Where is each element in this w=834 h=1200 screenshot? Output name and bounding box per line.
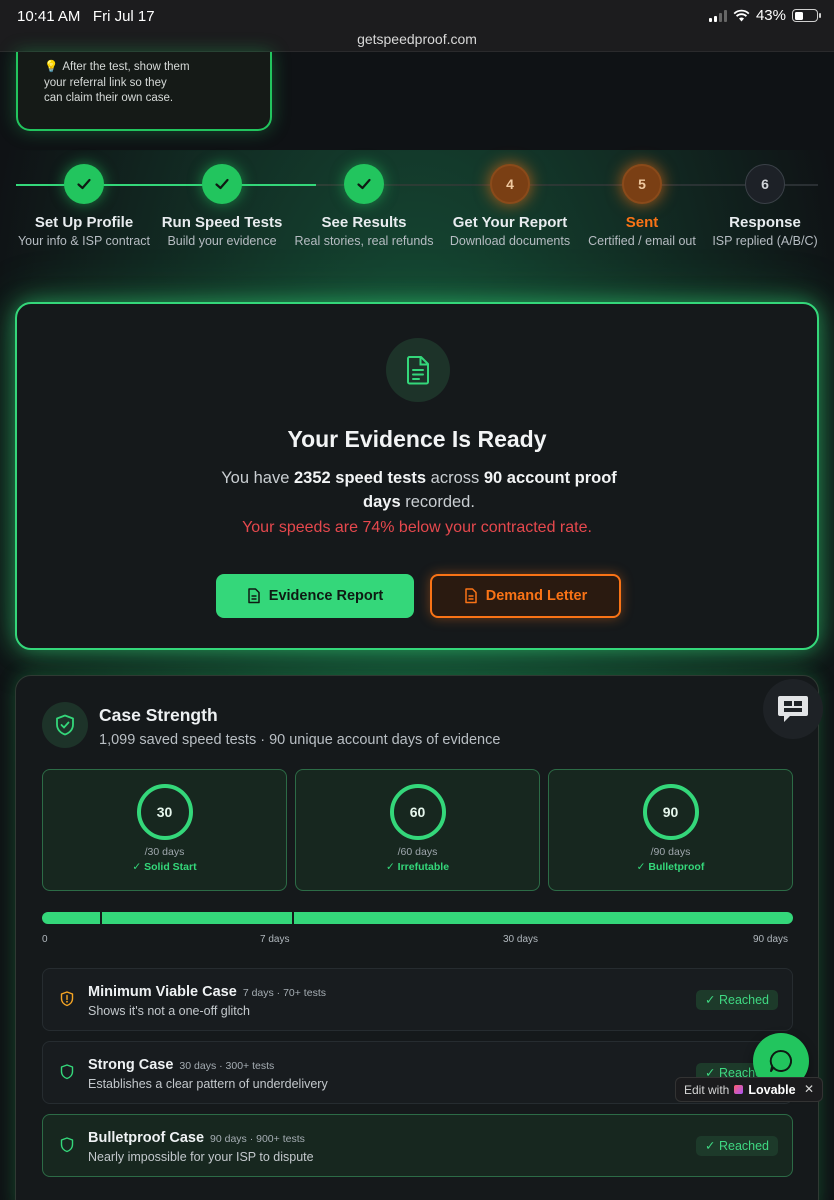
shield-icon: [60, 1137, 74, 1153]
milestone-days: /30 days: [144, 846, 185, 858]
level-desc: Establishes a clear pattern of underdeli…: [88, 1077, 328, 1091]
step-run-speed-tests[interactable]: Run Speed Tests Build your evidence: [147, 164, 297, 248]
edit-with-label: Edit with: [684, 1082, 730, 1097]
battery-icon: [792, 9, 821, 22]
progress-tick: [100, 912, 102, 924]
step-subtitle: Build your evidence: [167, 234, 277, 248]
status-time: 10:41 AM Fri Jul 17: [17, 8, 155, 25]
milestone-label: ✓ Bulletproof: [636, 861, 705, 873]
document-icon: [386, 338, 450, 402]
step-title: Response: [729, 214, 801, 231]
check-icon: [64, 164, 104, 204]
shield-check-icon: [42, 702, 88, 748]
speed-warning: Your speeds are 74% below your contracte…: [242, 519, 592, 536]
step-get-your-report[interactable]: 4 Get Your Report Download documents: [435, 164, 585, 248]
step-title: Get Your Report: [452, 214, 568, 231]
evidence-ready-card: Your Evidence Is Ready You have 2352 spe…: [15, 302, 819, 650]
tip-line: After the test, show them: [62, 61, 190, 73]
lovable-brand: Lovable: [748, 1082, 796, 1097]
step-see-results[interactable]: See Results Real stories, real refunds: [289, 164, 439, 248]
case-strength-card: Case Strength 1,099 saved speed tests · …: [15, 675, 823, 1200]
case-strength-title: Case Strength: [99, 705, 218, 725]
reached-badge: ✓ Reached: [696, 990, 778, 1010]
milestone-label: ✓ Irrefutable: [385, 861, 450, 873]
cellular-signal-icon: [708, 9, 727, 22]
case-strength-subtitle: 1,099 saved speed tests · 90 unique acco…: [99, 732, 501, 748]
evidence-title: Your Evidence Is Ready: [287, 426, 547, 452]
level-meta: 90 days · 900+ tests: [210, 1133, 305, 1145]
referral-tip-card: 💡 After the test, show them your referral…: [16, 52, 272, 131]
level-desc: Shows it's not a one-off glitch: [88, 1004, 250, 1018]
milestone-90-days: 90 /90 days ✓ Bulletproof: [548, 769, 793, 891]
reached-badge: ✓ Reached: [696, 1136, 778, 1156]
milestone-ring: 90: [642, 784, 699, 840]
step-subtitle: Your info & ISP contract: [17, 234, 151, 248]
step-set-up-profile[interactable]: Set Up Profile Your info & ISP contract: [9, 164, 159, 248]
button-label: Evidence Report: [268, 588, 384, 604]
level-minimum-viable-case: Minimum Viable Case 7 days · 70+ tests Sh…: [42, 968, 793, 1031]
level-desc: Nearly impossible for your ISP to disput…: [88, 1150, 314, 1164]
wifi-icon: [733, 9, 750, 22]
milestone-30-days: 30 /30 days ✓ Solid Start: [42, 769, 287, 891]
step-number: 5: [622, 164, 662, 204]
lovable-edit-badge[interactable]: Edit with Lovable ✕: [675, 1077, 823, 1102]
milestone-ring: 60: [389, 784, 446, 840]
milestone-label: ✓ Solid Start: [132, 861, 197, 873]
step-subtitle: Real stories, real refunds: [294, 234, 434, 248]
step-title: Set Up Profile: [34, 214, 134, 231]
close-icon[interactable]: ✕: [804, 1082, 814, 1096]
progress-label: 90 days: [753, 934, 789, 945]
step-number: 4: [490, 164, 530, 204]
level-name: Bulletproof Case: [88, 1130, 205, 1146]
step-subtitle: Download documents: [449, 234, 571, 248]
shield-icon: [60, 1064, 74, 1080]
test-count: 2352 speed tests: [293, 469, 427, 487]
tip-line: can claim their own case.: [44, 92, 174, 104]
feedback-chat-icon[interactable]: [763, 679, 823, 739]
document-icon: [248, 588, 260, 604]
message-circle-icon: [769, 1049, 792, 1072]
battery-percent: 43%: [755, 7, 786, 24]
progress-label: 0: [42, 934, 48, 945]
evidence-summary: You have 2352 speed tests across 90 acco…: [221, 469, 617, 511]
shield-alert-icon: [60, 991, 74, 1007]
progress-label: 7 days: [260, 934, 290, 945]
progress-label: 30 days: [503, 934, 539, 945]
document-icon: [464, 588, 477, 604]
tip-line: your referral link so they: [44, 76, 167, 89]
milestone-days: /90 days: [650, 846, 691, 858]
lovable-logo-icon: [734, 1085, 744, 1094]
url-text: getspeedproof.com: [357, 31, 477, 47]
level-meta: 7 days · 70+ tests: [242, 987, 326, 999]
level-name: Minimum Viable Case: [88, 984, 237, 1000]
level-bulletproof-case: Bulletproof Case 90 days · 900+ tests Nea…: [42, 1114, 793, 1177]
address-bar[interactable]: getspeedproof.com: [0, 28, 834, 52]
progress-tick: [292, 912, 294, 924]
evidence-report-button[interactable]: Evidence Report: [216, 574, 414, 618]
demand-letter-button[interactable]: Demand Letter: [430, 574, 621, 618]
step-number: 6: [745, 164, 785, 204]
step-title: Run Speed Tests: [161, 214, 283, 231]
milestone-60-days: 60 /60 days ✓ Irrefutable: [295, 769, 540, 891]
case-progress-bar: [42, 912, 793, 924]
level-meta: 30 days · 300+ tests: [179, 1060, 275, 1072]
step-subtitle: ISP replied (A/B/C): [712, 234, 818, 248]
milestone-ring: 30: [136, 784, 193, 840]
button-label: Demand Letter: [485, 588, 588, 604]
milestone-days: /60 days: [397, 846, 438, 858]
check-icon: [202, 164, 242, 204]
level-name: Strong Case: [88, 1057, 174, 1073]
step-title: See Results: [321, 214, 407, 231]
lightbulb-icon: 💡: [44, 61, 59, 73]
step-response[interactable]: 6 Response ISP replied (A/B/C): [690, 164, 834, 248]
check-icon: [344, 164, 384, 204]
